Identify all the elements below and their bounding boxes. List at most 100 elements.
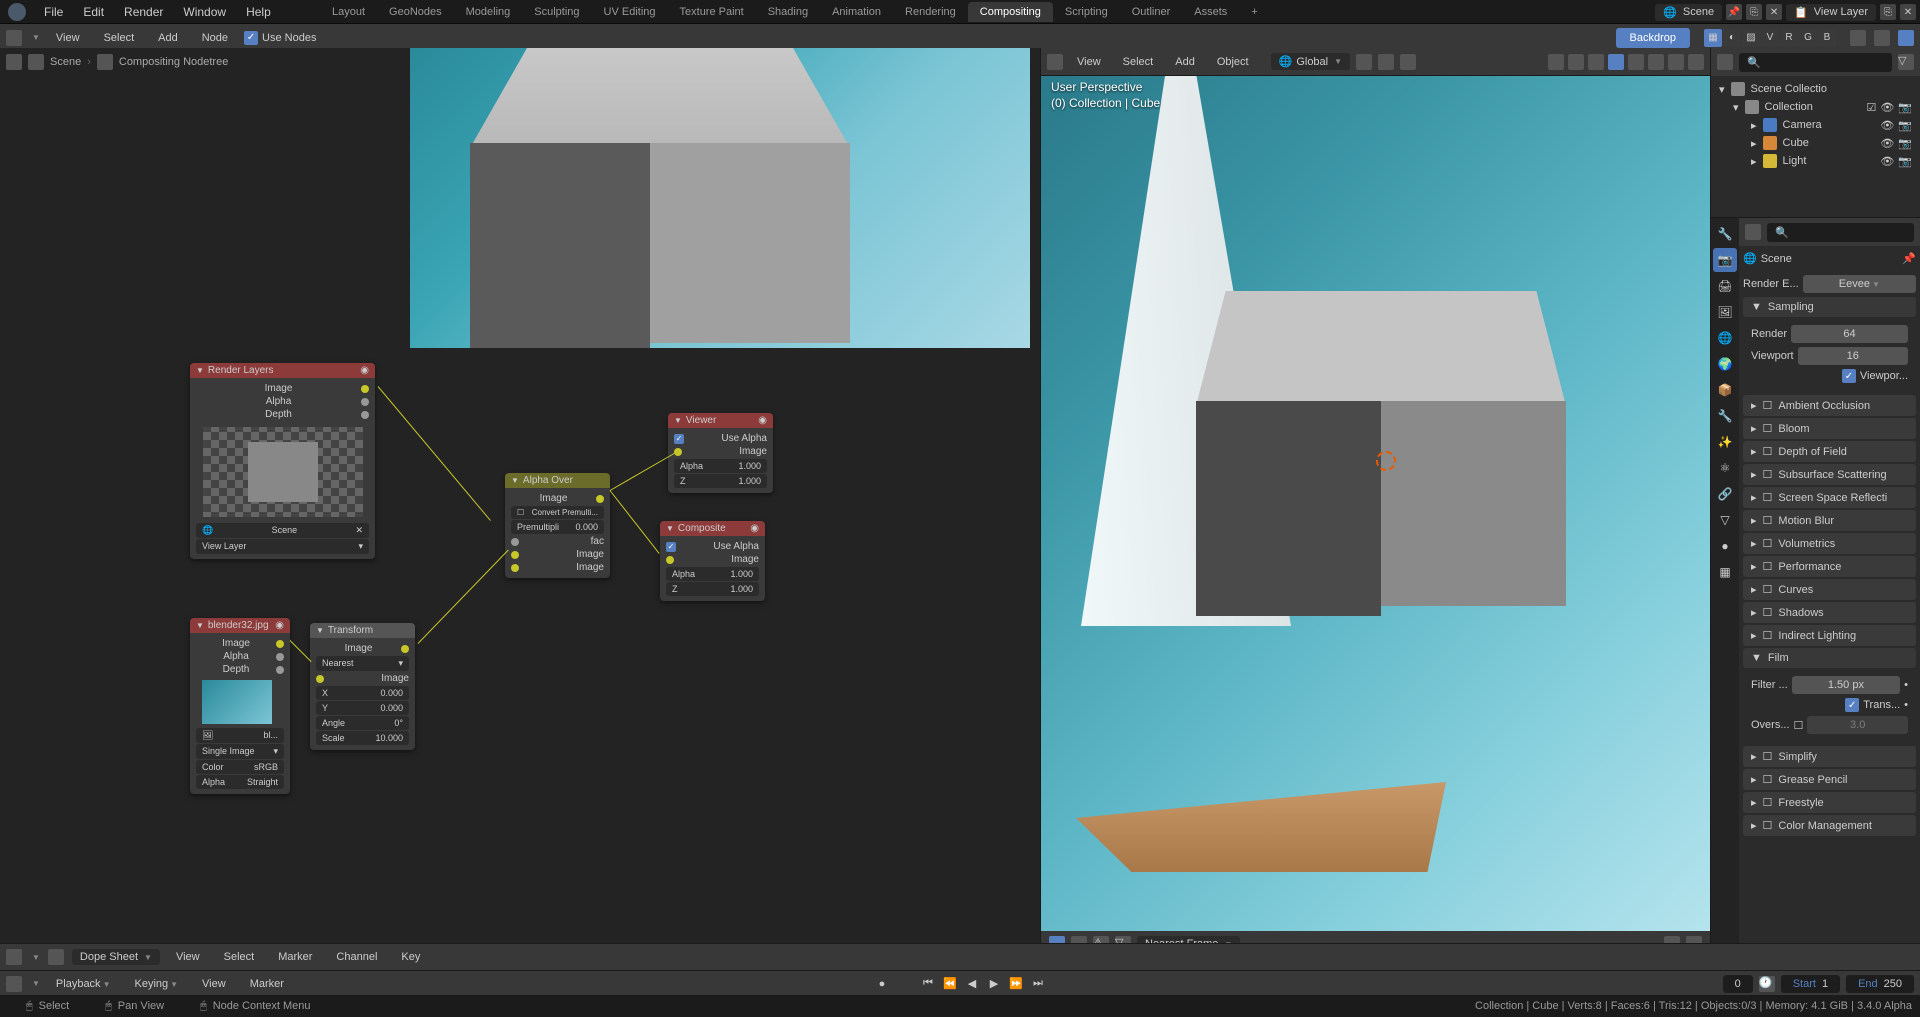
socket-icon[interactable] <box>361 411 369 419</box>
socket-alpha[interactable]: Alpha <box>223 651 249 662</box>
snap-icon[interactable] <box>1874 30 1890 46</box>
scale-field[interactable]: Scale10.000 <box>316 731 409 745</box>
prev-keyframe-icon[interactable]: ⏪ <box>941 975 959 993</box>
dope-marker[interactable]: Marker <box>270 949 320 965</box>
image-alpha[interactable]: AlphaStraight <box>196 775 284 789</box>
socket-fac[interactable]: fac <box>591 536 604 547</box>
socket-icon[interactable] <box>316 675 324 683</box>
tab-tool[interactable]: 🔧 <box>1713 222 1737 246</box>
zoom-fit-icon[interactable] <box>1850 30 1866 46</box>
tab-outliner[interactable]: Outliner <box>1120 2 1183 22</box>
panel-film[interactable]: ▼Film <box>1743 648 1916 668</box>
image-colorspace[interactable]: ColorsRGB <box>196 760 284 774</box>
editor-type-icon[interactable] <box>6 30 22 46</box>
socket-image-out[interactable]: Image <box>345 643 373 654</box>
viewlayer-field[interactable]: View Layer▾ <box>196 539 369 554</box>
z-field[interactable]: Z1.000 <box>666 582 759 596</box>
tab-render[interactable]: 📷 <box>1713 248 1737 272</box>
jump-start-icon[interactable]: ⏮ <box>919 975 937 993</box>
scene-selector[interactable]: 🌐 Scene <box>1655 4 1722 21</box>
gizmo-icon[interactable] <box>1568 54 1584 70</box>
socket-icon[interactable] <box>276 666 284 674</box>
filter-size[interactable]: 1.50 px <box>1792 676 1900 694</box>
tree-scene-collection[interactable]: ▾ Scene Collectio <box>1715 80 1916 98</box>
use-nodes-toggle[interactable]: ✓ Use Nodes <box>244 31 316 45</box>
tree-item-cube[interactable]: ▸ Cube 👁📷 <box>1715 134 1916 152</box>
socket-icon[interactable] <box>276 653 284 661</box>
bc-tree[interactable]: Compositing Nodetree <box>119 56 228 68</box>
editor-type-icon[interactable] <box>1717 54 1733 70</box>
channel-b[interactable]: B <box>1818 29 1836 47</box>
panel-subsurface-scattering[interactable]: ▸☐Subsurface Scattering <box>1743 464 1916 485</box>
home-icon[interactable] <box>6 54 22 70</box>
tl-keying[interactable]: Keying▼ <box>126 976 186 992</box>
panel-shadows[interactable]: ▸☐Shadows <box>1743 602 1916 623</box>
snap-toggle-icon[interactable] <box>1378 54 1394 70</box>
frame-end[interactable]: End250 <box>1846 975 1914 993</box>
xray-icon[interactable] <box>1608 54 1624 70</box>
tab-geonodes[interactable]: GeoNodes <box>377 2 454 22</box>
tab-texture-paint[interactable]: Texture Paint <box>668 2 756 22</box>
node-transform[interactable]: ▼Transform Image Nearest▾ Image X0.000 Y… <box>310 623 415 750</box>
panel-color-management[interactable]: ▸☐Color Management <box>1743 815 1916 836</box>
socket-icon[interactable] <box>511 551 519 559</box>
tab-modifiers[interactable]: 🔧 <box>1713 404 1737 428</box>
socket-icon[interactable] <box>596 495 604 503</box>
node-render-layers[interactable]: ▼Render Layers◉ Image Alpha Depth 🌐Scene… <box>190 363 375 559</box>
socket-icon[interactable] <box>511 538 519 546</box>
channel-r[interactable]: R <box>1780 29 1798 47</box>
eye-icon[interactable]: 👁 <box>1880 101 1894 114</box>
alpha-field[interactable]: Alpha1.000 <box>674 459 767 473</box>
pin-icon[interactable]: 📌 <box>1902 252 1916 265</box>
overlays-icon[interactable] <box>1588 54 1604 70</box>
outliner-search[interactable]: 🔍 <box>1739 53 1892 72</box>
tab-modeling[interactable]: Modeling <box>454 2 523 22</box>
tab-object[interactable]: 📦 <box>1713 378 1737 402</box>
convert-premul[interactable]: ☐Convert Premulti... <box>511 506 604 519</box>
channel-combined[interactable]: ▦ <box>1704 29 1722 47</box>
play-reverse-icon[interactable]: ◀ <box>963 975 981 993</box>
autokey-icon[interactable]: ● <box>873 975 891 993</box>
orientation-dropdown[interactable]: 🌐 Global▼ <box>1271 53 1350 70</box>
socket-image2[interactable]: Image <box>576 562 604 573</box>
frame-start[interactable]: Start1 <box>1781 975 1840 993</box>
preview-icon[interactable]: ◉ <box>360 365 369 376</box>
node-composite[interactable]: ▼Composite◉ ✓Use Alpha Image Alpha1.000 … <box>660 521 765 601</box>
camera-icon[interactable]: 📷 <box>1898 101 1912 114</box>
camera-icon[interactable]: 📷 <box>1898 155 1912 168</box>
outliner-area[interactable]: 🔍 ▽ ▾ Scene Collectio ▾ Collection ☑👁📷 ▸… <box>1711 48 1920 218</box>
z-field[interactable]: Z1.000 <box>674 474 767 488</box>
viewlayer-selector[interactable]: 📋 View Layer <box>1786 4 1876 21</box>
panel-freestyle[interactable]: ▸☐Freestyle <box>1743 792 1916 813</box>
menu-edit[interactable]: Edit <box>73 5 114 19</box>
timeclock-icon[interactable]: 🕐 <box>1759 976 1775 992</box>
alpha-field[interactable]: Alpha1.000 <box>666 567 759 581</box>
shading-solid-icon[interactable] <box>1648 54 1664 70</box>
tab-scripting[interactable]: Scripting <box>1053 2 1120 22</box>
premul-field[interactable]: Premultipli0.000 <box>511 520 604 534</box>
socket-icon[interactable] <box>666 556 674 564</box>
use-alpha[interactable]: Use Alpha <box>713 541 759 552</box>
channel-alpha[interactable]: ▨ <box>1742 29 1760 47</box>
socket-icon[interactable] <box>401 645 409 653</box>
socket-depth[interactable]: Depth <box>265 409 292 420</box>
tab-texture[interactable]: ▦ <box>1713 560 1737 584</box>
eye-icon[interactable]: 👁 <box>1880 155 1894 168</box>
mode-icon[interactable] <box>48 949 64 965</box>
socket-depth[interactable]: Depth <box>223 664 250 675</box>
node-alpha-over[interactable]: ▼Alpha Over Image ☐Convert Premulti... P… <box>505 473 610 578</box>
camera-icon[interactable]: 📷 <box>1898 119 1912 132</box>
channel-v[interactable]: V <box>1761 29 1779 47</box>
panel-grease-pencil[interactable]: ▸☐Grease Pencil <box>1743 769 1916 790</box>
panel-simplify[interactable]: ▸☐Simplify <box>1743 746 1916 767</box>
visibility-icon[interactable] <box>1548 54 1564 70</box>
panel-depth-of-field[interactable]: ▸☐Depth of Field <box>1743 441 1916 462</box>
tab-material[interactable]: ● <box>1713 534 1737 558</box>
tab-sculpting[interactable]: Sculpting <box>522 2 591 22</box>
tab-animation[interactable]: Animation <box>820 2 893 22</box>
vp-select[interactable]: Select <box>1115 54 1162 70</box>
tab-assets[interactable]: Assets <box>1182 2 1239 22</box>
editor-type-icon[interactable] <box>6 949 22 965</box>
x-field[interactable]: X0.000 <box>316 686 409 700</box>
proportional-icon[interactable] <box>1400 54 1416 70</box>
